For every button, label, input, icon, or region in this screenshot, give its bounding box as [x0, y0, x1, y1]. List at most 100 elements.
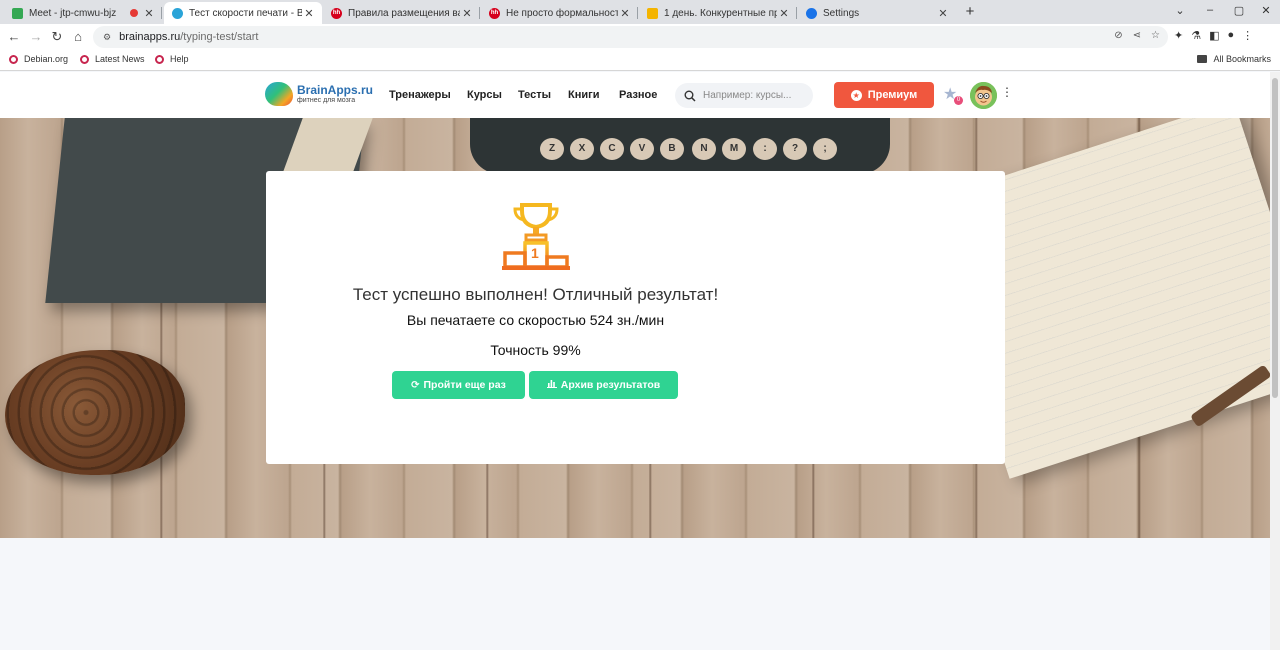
tab-title: Правила размещения вака — [348, 7, 460, 19]
retry-test-button[interactable]: ⟳ Пройти еще раз — [392, 371, 525, 399]
browser-tab-strip: Meet - jtp-cmwu-bjz ✕ Тест скорости печа… — [0, 0, 1280, 24]
browser-menu-icon[interactable]: ⋮ — [1242, 29, 1253, 42]
tab-title: Тест скорости печати - Brai — [189, 7, 302, 19]
close-tab-icon[interactable]: ✕ — [302, 7, 316, 20]
nav-misc[interactable]: Разное — [619, 89, 657, 101]
close-tab-icon[interactable]: ✕ — [936, 7, 950, 20]
address-bar[interactable]: ⚙ brainapps.ru/typing-test/start ⊘ ⋖ ☆ — [93, 26, 1168, 48]
tab-meet[interactable]: Meet - jtp-cmwu-bjz ✕ — [4, 2, 162, 24]
tab-competitive[interactable]: 1 день. Конкурентные пре ✕ — [639, 2, 797, 24]
typewriter-key: C — [600, 138, 624, 160]
bookmarks-bar: Debian.org Latest News Help All Bookmark… — [0, 50, 1280, 71]
share-icon[interactable]: ⋖ — [1133, 30, 1141, 41]
nav-books[interactable]: Книги — [568, 89, 599, 101]
scrollbar-thumb[interactable] — [1272, 78, 1278, 398]
debian-swirl-icon — [155, 54, 164, 64]
result-card: 1 Тест успешно выполнен! Отличный резуль… — [266, 171, 1005, 464]
close-tab-icon[interactable]: ✕ — [618, 7, 632, 20]
hh-favicon-icon: hh — [331, 7, 342, 19]
url-host: brainapps.ru — [119, 31, 181, 43]
brainapps-logo[interactable]: BrainApps.ru фитнес для мозга — [265, 82, 373, 106]
close-tab-icon[interactable]: ✕ — [460, 7, 474, 20]
typewriter-key: V — [630, 138, 654, 160]
new-tab-plus-icon[interactable]: + — [960, 3, 980, 20]
more-menu-icon[interactable]: ⋮ — [1001, 86, 1013, 98]
tab-settings[interactable]: Settings ✕ — [798, 2, 956, 24]
site-search-input[interactable]: Например: курсы... — [675, 83, 813, 108]
settings-gear-favicon-icon — [806, 7, 817, 19]
search-icon — [684, 90, 696, 102]
side-panel-icon[interactable]: ◧ — [1209, 29, 1219, 42]
bookmark-latest-news[interactable]: Latest News — [80, 54, 145, 64]
pinecone-image — [5, 350, 185, 475]
all-bookmarks[interactable]: All Bookmarks — [1197, 54, 1271, 64]
podium-place-number: 1 — [531, 245, 539, 261]
premium-label: Премиум — [867, 89, 918, 101]
logo-name: BrainApps.ru — [297, 83, 374, 97]
forward-arrow-icon[interactable]: → — [27, 28, 45, 46]
window-close-icon[interactable]: ✕ — [1259, 4, 1273, 17]
brain-logo-icon — [265, 82, 293, 106]
tab-separator — [796, 7, 797, 19]
typewriter-key: N — [692, 138, 716, 160]
user-avatar[interactable] — [970, 82, 997, 109]
tab-not-formality[interactable]: hh Не просто формальность: ✕ — [481, 2, 638, 24]
reload-icon[interactable]: ↻ — [48, 28, 66, 46]
browser-toolbar: ← → ↻ ⌂ ⚙ brainapps.ru/typing-test/start… — [0, 24, 1280, 50]
archive-label: Архив результатов — [560, 379, 661, 391]
typewriter-key: Z — [540, 138, 564, 160]
accuracy-text: Точность 99% — [490, 342, 581, 358]
tab-title: Settings — [823, 7, 860, 19]
bookmark-star-icon[interactable]: ☆ — [1151, 30, 1160, 41]
results-archive-button[interactable]: Архив результатов — [529, 371, 678, 399]
favorites-count-badge: 0 — [954, 96, 963, 105]
nav-courses[interactable]: Курсы — [467, 89, 502, 101]
retry-label: Пройти еще раз — [423, 379, 506, 391]
minimize-icon[interactable]: – — [1203, 4, 1217, 16]
tab-vacancy-rules[interactable]: hh Правила размещения вака ✕ — [323, 2, 480, 24]
tab-title: Не просто формальность: — [506, 7, 618, 19]
typewriter-key: ; — [813, 138, 837, 160]
profile-icon[interactable]: ● — [1228, 29, 1235, 42]
all-bookmarks-label: All Bookmarks — [1213, 54, 1271, 64]
tab-title: 1 день. Конкурентные пре — [664, 7, 777, 19]
close-tab-icon[interactable]: ✕ — [142, 7, 156, 20]
tab-separator — [161, 7, 162, 19]
premium-star-icon: ★ — [850, 89, 862, 101]
tab-separator — [637, 7, 638, 19]
recording-dot-icon — [130, 9, 138, 17]
close-tab-icon[interactable]: ✕ — [777, 7, 791, 20]
folder-icon — [1197, 55, 1208, 63]
slides-favicon-icon — [647, 7, 658, 19]
typewriter-key: : — [753, 138, 777, 160]
pinecone-scales — [5, 350, 185, 475]
tab-typing-test[interactable]: Тест скорости печати - Brai ✕ — [164, 2, 322, 24]
result-title: Тест успешно выполнен! Отличный результа… — [352, 285, 719, 304]
lab-flask-icon[interactable]: ⚗ — [1191, 29, 1201, 42]
bookmark-debian[interactable]: Debian.org — [9, 54, 68, 64]
trophy-podium-icon: 1 — [502, 203, 570, 276]
site-info-icon[interactable]: ⚙ — [103, 32, 111, 43]
page-scrollbar[interactable] — [1270, 72, 1280, 650]
typewriter-key: X — [570, 138, 594, 160]
typewriter-image: Z X C V B N M : ? ; — [470, 118, 890, 174]
premium-button[interactable]: ★ Премиум — [834, 82, 934, 108]
home-icon[interactable]: ⌂ — [69, 28, 87, 46]
typewriter-key: ? — [783, 138, 807, 160]
logo-tagline: фитнес для мозга — [297, 97, 356, 104]
logo-text: BrainApps.ru фитнес для мозга — [297, 84, 373, 104]
nav-trainers[interactable]: Тренажеры — [389, 89, 451, 101]
hh-favicon-icon: hh — [489, 7, 500, 19]
extensions-puzzle-icon[interactable]: ✦ — [1174, 29, 1183, 42]
nav-tests[interactable]: Тесты — [518, 89, 551, 101]
tab-search-chevron-icon[interactable]: ⌄ — [1173, 4, 1187, 17]
site-header: BrainApps.ru фитнес для мозга Тренажеры … — [0, 72, 1270, 118]
debian-swirl-icon — [9, 54, 18, 64]
bookmark-label: Latest News — [95, 54, 145, 64]
back-arrow-icon[interactable]: ← — [5, 28, 23, 46]
omnibox-actions: ⊘ ⋖ ☆ — [1114, 30, 1160, 41]
eye-slash-icon[interactable]: ⊘ — [1114, 30, 1122, 41]
bookmark-help[interactable]: Help — [155, 54, 189, 64]
tab-title: Meet - jtp-cmwu-bjz — [29, 7, 117, 19]
maximize-icon[interactable]: ▢ — [1232, 4, 1246, 17]
